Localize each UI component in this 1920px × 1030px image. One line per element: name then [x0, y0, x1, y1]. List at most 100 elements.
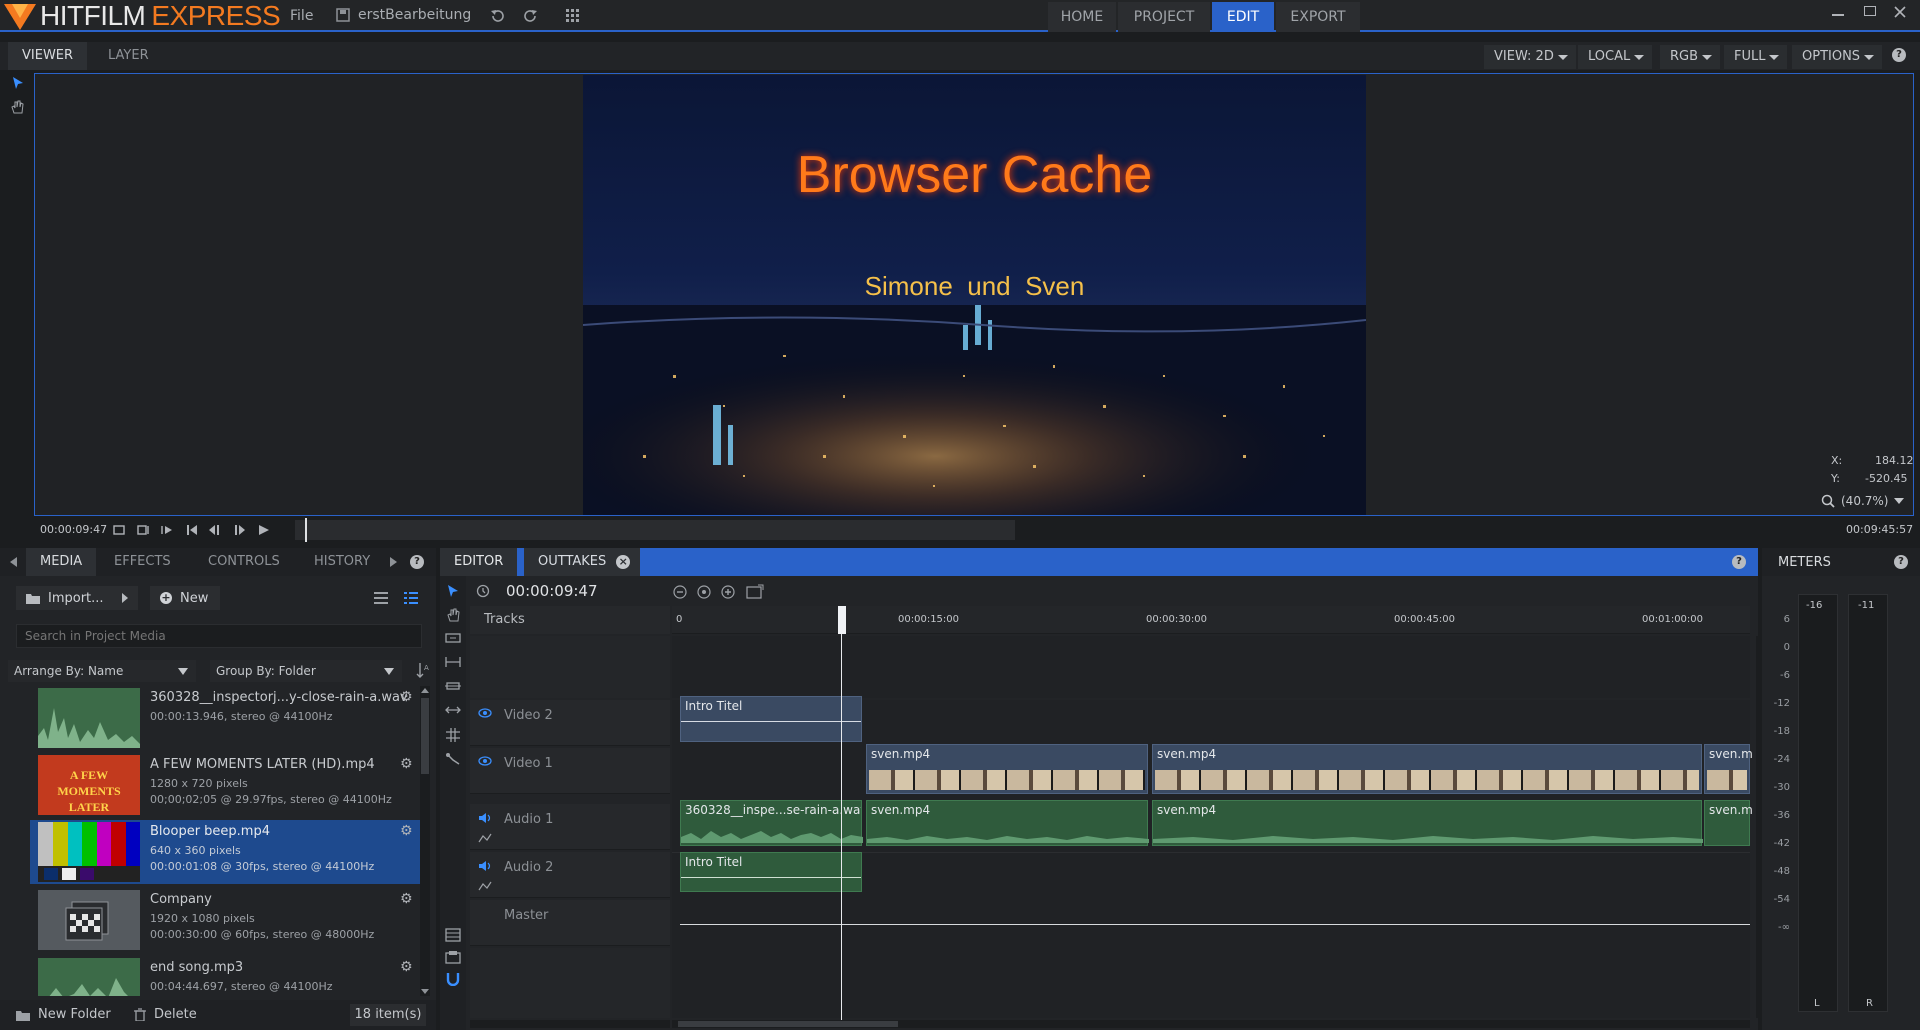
- audio-keyframe-icon[interactable]: [478, 880, 492, 892]
- resolution-dropdown[interactable]: FULL: [1724, 45, 1788, 69]
- track-header-scrollbar[interactable]: [470, 1020, 670, 1028]
- step-forward-icon[interactable]: [232, 523, 246, 537]
- help-icon[interactable]: ?: [1892, 48, 1906, 62]
- editor-timecode[interactable]: 00:00:09:47: [506, 582, 598, 600]
- tab-layer[interactable]: LAYER: [94, 42, 163, 70]
- gear-icon[interactable]: ⚙: [400, 757, 414, 771]
- media-scroll-thumb[interactable]: [421, 698, 429, 774]
- magnet-snap-icon[interactable]: [445, 972, 461, 986]
- eye-icon[interactable]: [478, 756, 492, 766]
- tab-history[interactable]: HISTORY: [300, 548, 384, 576]
- film-icon[interactable]: [445, 928, 461, 942]
- arrange-by-dropdown[interactable]: Arrange By: Name: [8, 660, 196, 682]
- list-view-icon[interactable]: [374, 592, 388, 604]
- chevron-left-icon[interactable]: [10, 557, 18, 567]
- undo-icon[interactable]: [490, 9, 504, 23]
- gear-icon[interactable]: ⚙: [400, 960, 414, 974]
- speaker-icon[interactable]: [478, 812, 492, 824]
- media-search-input[interactable]: [16, 624, 422, 648]
- tab-controls[interactable]: CONTROLS: [194, 548, 294, 576]
- zoom-fit-icon[interactable]: [696, 584, 712, 600]
- zoom-control[interactable]: (40.7%): [1821, 492, 1905, 510]
- viewer-scrubber[interactable]: [295, 520, 1015, 540]
- razor-tool-icon[interactable]: [445, 752, 461, 766]
- minimize-button[interactable]: [1832, 14, 1844, 16]
- audio-keyframe-icon[interactable]: [478, 832, 492, 844]
- track-header-audio-2[interactable]: Audio 2: [470, 852, 670, 898]
- detail-view-icon[interactable]: [404, 592, 418, 604]
- set-in-icon[interactable]: [136, 523, 150, 537]
- media-item-selected[interactable]: Blooper beep.mp4 640 x 360 pixels 00:00:…: [30, 820, 420, 884]
- tab-project[interactable]: PROJECT: [1118, 2, 1210, 32]
- timeline-ruler[interactable]: 0 00:00:15:00 00:00:30:00 00:00:45:00 00…: [672, 606, 1750, 634]
- set-out-icon[interactable]: [160, 523, 174, 537]
- maximize-button[interactable]: [1864, 6, 1876, 16]
- clip-intro-titel[interactable]: Intro Titel: [680, 696, 862, 742]
- view-mode-dropdown[interactable]: VIEW: 2D: [1484, 45, 1576, 69]
- tab-home[interactable]: HOME: [1048, 2, 1116, 32]
- tab-viewer[interactable]: VIEWER: [8, 42, 88, 70]
- track-header-master[interactable]: Master: [470, 900, 670, 946]
- timeline-playhead-handle[interactable]: [838, 606, 846, 634]
- step-back-icon[interactable]: [208, 523, 222, 537]
- group-by-dropdown[interactable]: Group By: Folder: [210, 660, 402, 682]
- editor-help-icon[interactable]: ?: [1732, 555, 1746, 569]
- select-tool-icon[interactable]: [447, 584, 459, 598]
- track-header-video-2[interactable]: Video 2: [470, 700, 670, 746]
- clip-rain-wav[interactable]: 360328__inspe...se-rain-a.wav: [680, 800, 863, 846]
- file-menu[interactable]: File: [290, 8, 313, 24]
- clip-intro-titel-audio[interactable]: Intro Titel: [680, 852, 862, 892]
- tab-editor[interactable]: EDITOR: [440, 548, 518, 576]
- grid-menu-icon[interactable]: [566, 9, 580, 23]
- roll-edit-icon[interactable]: [445, 680, 461, 692]
- play-icon[interactable]: [258, 523, 270, 537]
- zoom-in-icon[interactable]: [720, 584, 736, 600]
- scroll-down-icon[interactable]: [420, 988, 430, 996]
- media-item[interactable]: end song.mp3 00:04:44.697, stereo @ 4410…: [30, 956, 420, 996]
- close-icon[interactable]: [1894, 6, 1906, 18]
- media-scrollbar[interactable]: [420, 686, 430, 996]
- viewer-playhead[interactable]: [305, 518, 307, 542]
- delete-button[interactable]: Delete: [134, 1007, 197, 1022]
- slice-tool-icon[interactable]: [445, 728, 461, 742]
- rate-stretch-icon[interactable]: [445, 704, 461, 716]
- new-folder-button[interactable]: New Folder: [16, 1007, 111, 1022]
- eye-icon[interactable]: [478, 708, 492, 718]
- chevron-right-icon[interactable]: [390, 557, 398, 567]
- clip-sven-mp4[interactable]: sven.mp4: [1152, 744, 1702, 794]
- project-name-area[interactable]: erstBearbeitung: [336, 7, 471, 23]
- tab-media[interactable]: MEDIA: [26, 548, 97, 576]
- tab-edit[interactable]: EDIT: [1212, 2, 1274, 32]
- timeline-playhead[interactable]: [841, 634, 842, 1020]
- meters-help-icon[interactable]: ?: [1894, 555, 1908, 569]
- tab-outtakes[interactable]: OUTTAKES ×: [524, 548, 641, 576]
- media-item[interactable]: Company 1920 x 1080 pixels 00:00:30:00 @…: [30, 888, 420, 952]
- loop-icon[interactable]: [112, 523, 126, 537]
- skip-start-icon[interactable]: [186, 523, 198, 537]
- clip-sven-audio[interactable]: sven.mp4: [1152, 800, 1703, 846]
- gear-icon[interactable]: ⚙: [400, 690, 414, 704]
- tab-export[interactable]: EXPORT: [1276, 2, 1360, 32]
- import-button[interactable]: Import...: [16, 586, 138, 610]
- media-help-icon[interactable]: ?: [410, 555, 424, 569]
- clip-sven-audio[interactable]: sven.m: [1704, 800, 1753, 846]
- close-tab-icon[interactable]: ×: [616, 555, 631, 569]
- export-frame-icon[interactable]: [746, 584, 764, 600]
- space-dropdown[interactable]: LOCAL: [1578, 45, 1653, 69]
- gear-icon[interactable]: ⚙: [400, 824, 414, 838]
- zoom-out-icon[interactable]: [672, 584, 688, 600]
- slide-tool-icon[interactable]: [445, 656, 461, 668]
- select-tool-icon[interactable]: [12, 76, 24, 90]
- options-dropdown[interactable]: OPTIONS: [1792, 45, 1883, 69]
- hand-tool-icon[interactable]: [10, 100, 24, 114]
- sort-icon[interactable]: A: [416, 662, 430, 678]
- hand-tool-icon[interactable]: [446, 608, 460, 622]
- timeline-scroll-thumb[interactable]: [678, 1021, 898, 1027]
- new-button[interactable]: + New: [150, 586, 220, 610]
- clip-sven-mp4[interactable]: sven.m: [1704, 744, 1753, 794]
- clip-sven-audio[interactable]: sven.mp4: [866, 800, 1149, 846]
- timeline-horizontal-scrollbar[interactable]: [672, 1020, 1750, 1028]
- tab-effects[interactable]: EFFECTS: [100, 548, 185, 576]
- snapshot-icon[interactable]: [445, 950, 461, 964]
- track-header-audio-1[interactable]: Audio 1: [470, 804, 670, 850]
